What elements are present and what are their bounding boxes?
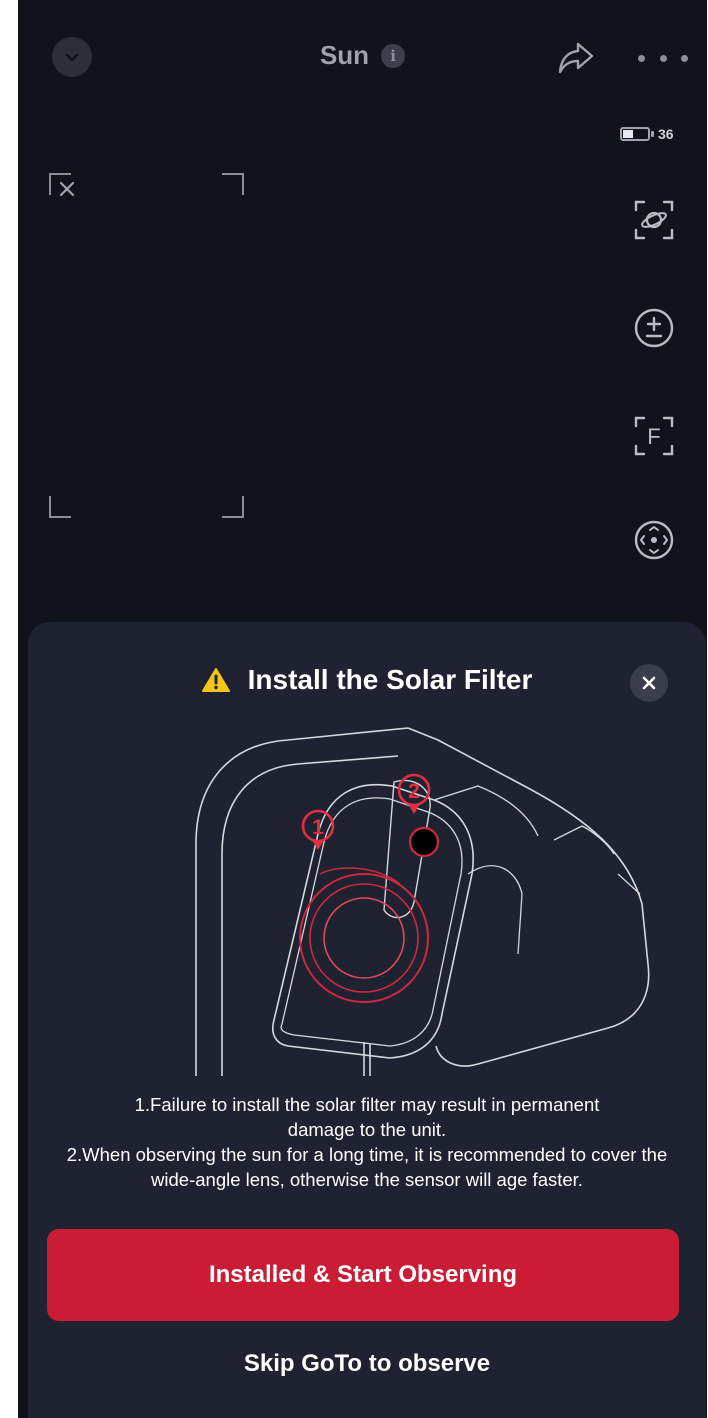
screen: Sun i 36 F Install the Solar Filter 1 2 … xyxy=(18,0,707,1418)
more-icon xyxy=(681,54,688,62)
exposure-button[interactable] xyxy=(632,306,676,350)
note-1: 1.Failure to install the solar filter ma… xyxy=(134,1094,600,1140)
solar-filter-dialog: Install the Solar Filter 1 2 1.Failure t… xyxy=(28,622,706,1418)
joystick-button[interactable] xyxy=(632,518,676,562)
planet-scan-button[interactable] xyxy=(632,198,676,242)
svg-text:1: 1 xyxy=(312,816,324,839)
marker-1: 1 xyxy=(301,809,335,850)
frame-corner-top-right xyxy=(222,173,244,195)
close-icon xyxy=(642,676,656,690)
warning-icon xyxy=(201,668,230,692)
share-icon xyxy=(558,42,594,74)
dialog-header: Install the Solar Filter xyxy=(28,664,706,696)
solar-filter-illustration: 1 2 xyxy=(195,727,650,1076)
focus-label: F xyxy=(647,424,660,449)
dialog-notes: 1.Failure to install the solar filter ma… xyxy=(28,1092,706,1192)
battery-level: 36 xyxy=(658,126,674,142)
focus-button[interactable]: F xyxy=(632,414,676,458)
note-2: 2.When observing the sun for a long time… xyxy=(66,1144,668,1190)
focus-icon: F xyxy=(634,416,674,456)
marker-2: 2 xyxy=(397,773,431,814)
share-button[interactable] xyxy=(554,36,598,80)
more-icon xyxy=(659,54,667,62)
title-group: Sun i xyxy=(18,40,707,71)
exposure-icon xyxy=(634,308,674,348)
info-icon[interactable]: i xyxy=(381,43,406,68)
frame-corner-bottom-left xyxy=(49,496,71,518)
svg-text:2: 2 xyxy=(408,780,420,803)
top-bar: Sun i xyxy=(18,0,707,118)
skip-goto-button[interactable]: Skip GoTo to observe xyxy=(28,1350,706,1378)
battery-indicator: 36 xyxy=(620,126,674,142)
close-button[interactable] xyxy=(630,664,668,702)
start-observing-button[interactable]: Installed & Start Observing xyxy=(47,1229,679,1321)
close-x-icon[interactable] xyxy=(58,180,76,198)
dialog-title: Install the Solar Filter xyxy=(247,664,533,695)
more-icon xyxy=(638,54,645,62)
more-button[interactable] xyxy=(638,40,688,76)
battery-tip xyxy=(651,131,654,137)
planet-scan-icon xyxy=(634,200,674,240)
joystick-icon xyxy=(634,520,674,560)
frame-corner-bottom-right xyxy=(222,496,244,518)
page-title: Sun xyxy=(319,40,370,70)
battery-icon xyxy=(620,127,650,141)
